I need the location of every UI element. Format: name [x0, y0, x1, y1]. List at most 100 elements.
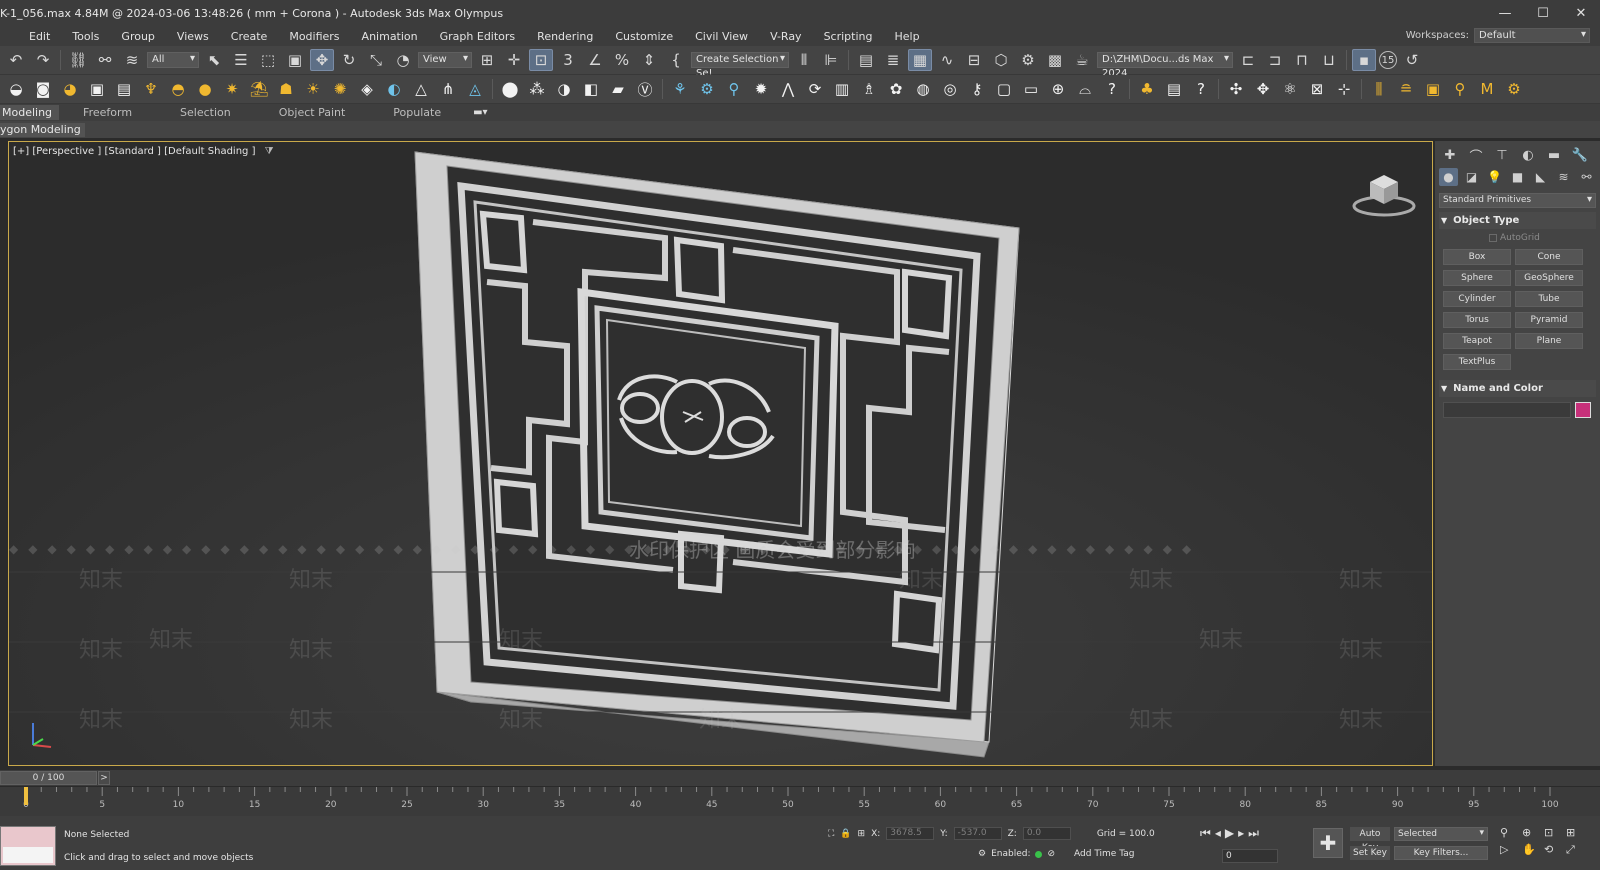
- plugin-13-icon[interactable]: ▢: [992, 78, 1016, 100]
- menu-graph-editors[interactable]: Graph Editors: [429, 30, 527, 43]
- lights-icon[interactable]: 💡: [1485, 168, 1504, 186]
- play-icon[interactable]: ▶: [1225, 826, 1234, 841]
- render-setup-icon[interactable]: ⚙: [1016, 49, 1040, 71]
- material-1-icon[interactable]: ◑: [552, 78, 576, 100]
- light-4-icon[interactable]: ✷: [220, 78, 244, 100]
- select-scale-icon[interactable]: ⤡: [364, 49, 388, 71]
- region-select-icon[interactable]: ⬚: [256, 49, 280, 71]
- x-field[interactable]: 3678.5: [886, 827, 935, 840]
- modify-tab-icon[interactable]: ⌒: [1465, 147, 1487, 165]
- zoom-extents-all-icon[interactable]: ⊞: [1566, 826, 1584, 839]
- tool-8-icon[interactable]: ▣: [1421, 78, 1445, 100]
- tube-button[interactable]: Tube: [1515, 291, 1583, 307]
- zoom-all-icon[interactable]: ⊕: [1522, 826, 1540, 839]
- spheres-icon[interactable]: ⁂: [525, 78, 549, 100]
- plugin-15-icon[interactable]: ⊕: [1046, 78, 1070, 100]
- light-2-icon[interactable]: ◓: [166, 78, 190, 100]
- plugin-14-icon[interactable]: ▭: [1019, 78, 1043, 100]
- select-by-name-icon[interactable]: ☰: [229, 49, 253, 71]
- plugin-8-icon[interactable]: ♗: [857, 78, 881, 100]
- project-folder-select[interactable]: D:\ZHM\Docu...ds Max 2024: [1097, 52, 1233, 79]
- workspace-select[interactable]: Default: [1474, 28, 1590, 43]
- object-name-field[interactable]: [1443, 402, 1571, 418]
- help-icon[interactable]: ?: [1100, 78, 1124, 100]
- current-frame-field[interactable]: 0: [1222, 849, 1278, 863]
- layer-explorer-icon[interactable]: ≣: [881, 49, 905, 71]
- tool-7-icon[interactable]: ≘: [1394, 78, 1418, 100]
- project-icon-4[interactable]: ⊔: [1317, 49, 1341, 71]
- key-filters-button[interactable]: Key Filters...: [1394, 846, 1488, 860]
- auto-key-button[interactable]: Auto Key: [1350, 827, 1390, 853]
- menu-civil-view[interactable]: Civil View: [684, 30, 759, 43]
- tree-icon[interactable]: ♣: [1135, 78, 1159, 100]
- name-and-color-rollout[interactable]: ▼ Name and Color: [1439, 380, 1596, 397]
- tool-6-icon[interactable]: ⫼: [1367, 78, 1391, 100]
- viewport-pov-label[interactable]: [Perspective ]: [32, 146, 101, 157]
- minimize-button[interactable]: —: [1486, 0, 1524, 26]
- selection-filter-select[interactable]: All: [147, 52, 199, 68]
- fov-icon[interactable]: ▷: [1500, 843, 1518, 857]
- save-icon[interactable]: ▪: [1352, 49, 1376, 71]
- menu-create[interactable]: Create: [220, 30, 279, 43]
- menu-customize[interactable]: Customize: [604, 30, 684, 43]
- set-key-button[interactable]: Set Key: [1350, 846, 1390, 860]
- cone-button[interactable]: Cone: [1515, 249, 1583, 265]
- edit-named-selection-icon[interactable]: {: [664, 49, 688, 71]
- add-time-tag-button[interactable]: Add Time Tag: [1074, 849, 1134, 859]
- box-button[interactable]: Box: [1443, 249, 1511, 265]
- tab-modeling[interactable]: Modeling: [0, 105, 60, 120]
- angle-snap-icon[interactable]: ∠: [583, 49, 607, 71]
- next-frame-button[interactable]: >: [98, 771, 110, 785]
- bind-spacewarp-icon[interactable]: ≋: [120, 49, 144, 71]
- plane-button[interactable]: Plane: [1515, 333, 1583, 349]
- keyboard-shortcut-override-icon[interactable]: ⊡: [529, 49, 553, 71]
- geosphere-button[interactable]: GeoSphere: [1515, 270, 1583, 286]
- spacewarps-icon[interactable]: ≋: [1554, 168, 1573, 186]
- schematic-view-icon[interactable]: ⊟: [962, 49, 986, 71]
- chaos-icon[interactable]: ◕: [58, 78, 82, 100]
- tool-3-icon[interactable]: ⚛: [1278, 78, 1302, 100]
- zoom-extents-icon[interactable]: ⊡: [1544, 826, 1562, 839]
- helpers-icon[interactable]: ◣: [1531, 168, 1550, 186]
- hierarchy-tab-icon[interactable]: ⊤: [1491, 147, 1513, 163]
- link-icon[interactable]: ⛓: [66, 49, 90, 71]
- maximize-button[interactable]: ☐: [1524, 0, 1562, 26]
- menu-vray[interactable]: V-Ray: [759, 30, 813, 43]
- plugin-12-icon[interactable]: ⚷: [965, 78, 989, 100]
- autogrid-checkbox[interactable]: AutoGrid: [1489, 233, 1600, 243]
- plugin-7-icon[interactable]: ▥: [830, 78, 854, 100]
- z-field[interactable]: 0.0: [1022, 827, 1071, 840]
- close-button[interactable]: ✕: [1562, 0, 1600, 26]
- pyramid-button[interactable]: Pyramid: [1515, 312, 1583, 328]
- go-to-start-icon[interactable]: ⏮: [1200, 826, 1211, 841]
- sun-icon[interactable]: ☀: [301, 78, 325, 100]
- plugin-6-icon[interactable]: ⟳: [803, 78, 827, 100]
- material-2-icon[interactable]: ◧: [579, 78, 603, 100]
- render-production-icon[interactable]: ☕: [1070, 49, 1094, 71]
- tool-10-icon[interactable]: M: [1475, 78, 1499, 100]
- film-icon[interactable]: ▤: [112, 78, 136, 100]
- plugin-4-icon[interactable]: ✹: [749, 78, 773, 100]
- mirror-icon[interactable]: ⫴: [792, 49, 816, 71]
- torus-button[interactable]: Torus: [1443, 312, 1511, 328]
- zoom-icon[interactable]: ⚲: [1500, 826, 1518, 839]
- select-object-icon[interactable]: ⬉: [202, 49, 226, 71]
- curve-editor-icon[interactable]: ∿: [935, 49, 959, 71]
- geometry-icon[interactable]: ●: [1439, 168, 1458, 186]
- project-icon-3[interactable]: ⊓: [1290, 49, 1314, 71]
- maxscript-listener[interactable]: [0, 826, 56, 866]
- material-ball-icon[interactable]: ◐: [382, 78, 406, 100]
- redo-icon[interactable]: ↷: [31, 49, 55, 71]
- viewport-shading-label[interactable]: [Default Shading ]: [164, 146, 255, 157]
- tab-object-paint[interactable]: Object Paint: [255, 106, 370, 119]
- menu-animation[interactable]: Animation: [351, 30, 429, 43]
- ies-icon[interactable]: ✺: [328, 78, 352, 100]
- light-1-icon[interactable]: ♆: [139, 78, 163, 100]
- scene-icon[interactable]: ▣: [85, 78, 109, 100]
- unlink-icon[interactable]: ⚯: [93, 49, 117, 71]
- named-selection-set-select[interactable]: Create Selection Se!: [691, 52, 789, 79]
- tool-2-icon[interactable]: ✥: [1251, 78, 1275, 100]
- primitive-type-select[interactable]: Standard Primitives: [1439, 193, 1596, 208]
- current-frame-marker[interactable]: [24, 787, 28, 805]
- project-icon-1[interactable]: ⊏: [1236, 49, 1260, 71]
